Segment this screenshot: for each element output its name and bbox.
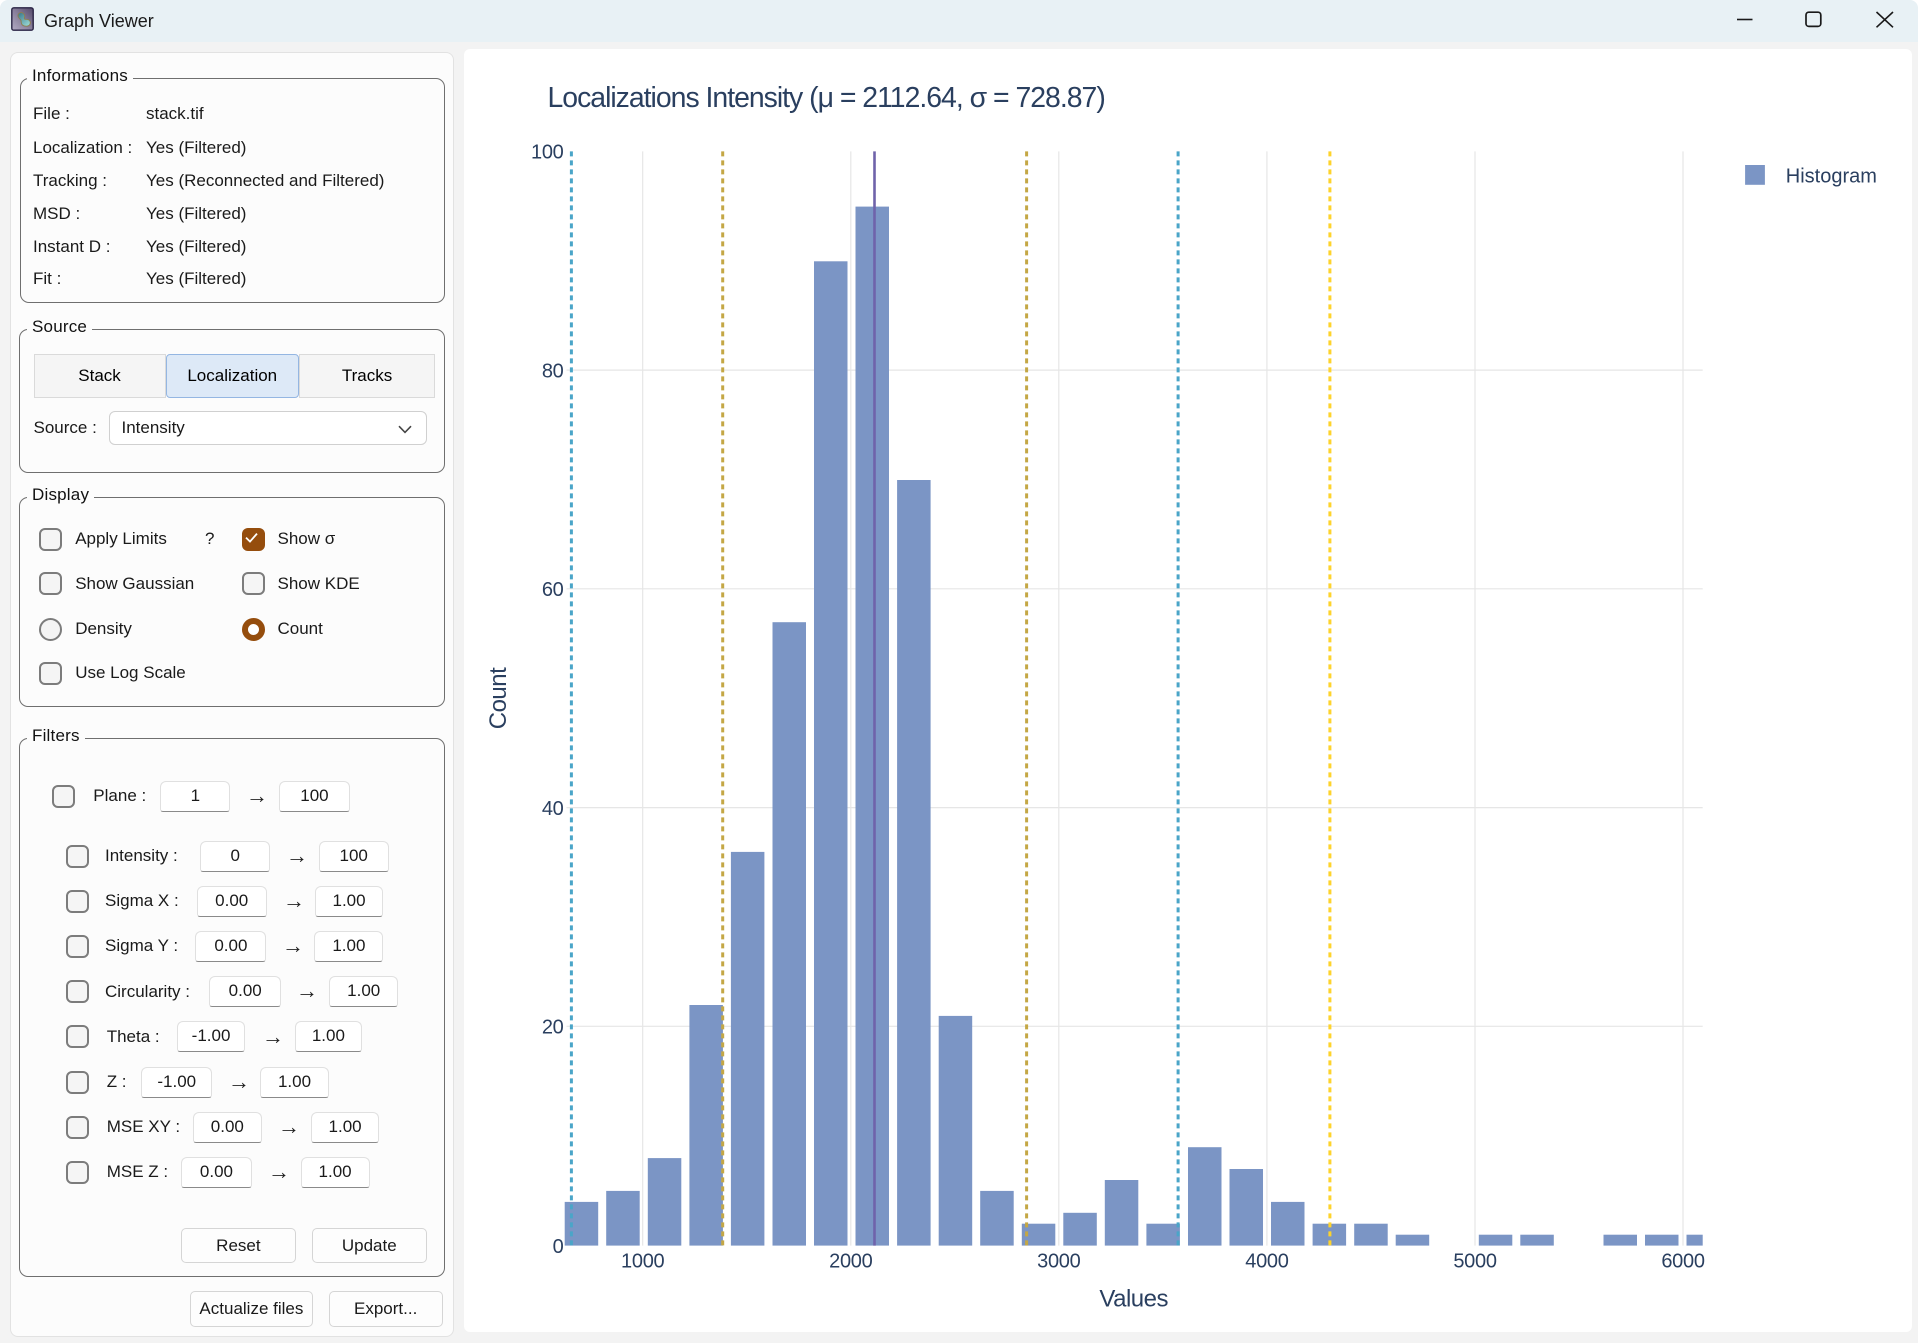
svg-text:1000: 1000 bbox=[621, 1251, 664, 1273]
svg-text:4000: 4000 bbox=[1245, 1251, 1288, 1273]
svg-text:0: 0 bbox=[553, 1236, 564, 1258]
svg-text:Localizations Intensity (μ = 2: Localizations Intensity (μ = 2112.64, σ … bbox=[548, 82, 1105, 114]
svg-text:5000: 5000 bbox=[1453, 1251, 1496, 1273]
svg-text:6000: 6000 bbox=[1661, 1251, 1704, 1273]
svg-text:80: 80 bbox=[542, 360, 564, 382]
svg-text:Values: Values bbox=[1099, 1286, 1168, 1313]
svg-text:Count: Count bbox=[485, 667, 512, 729]
svg-text:3000: 3000 bbox=[1037, 1251, 1080, 1273]
svg-text:40: 40 bbox=[542, 798, 564, 820]
svg-text:100: 100 bbox=[531, 142, 564, 164]
svg-text:60: 60 bbox=[542, 579, 564, 601]
svg-text:2000: 2000 bbox=[829, 1251, 872, 1273]
svg-text:20: 20 bbox=[542, 1017, 564, 1039]
svg-text:Histogram: Histogram bbox=[1786, 165, 1877, 187]
